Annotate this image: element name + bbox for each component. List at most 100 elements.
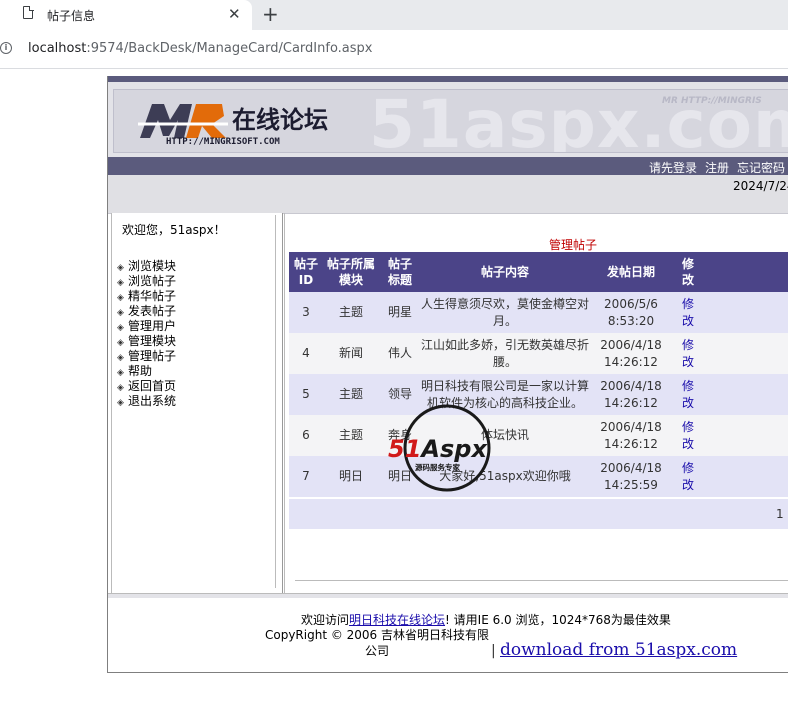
sidebar-item-label: 浏览帖子 — [128, 274, 177, 288]
sidebar-item-label: 管理帖子 — [128, 349, 177, 363]
sidebar-item-browse-posts[interactable]: ◈ 浏览帖子 — [117, 274, 176, 289]
edit-link[interactable]: 修改 — [673, 374, 703, 415]
edit-link[interactable]: 修改 — [673, 292, 703, 333]
tab-title: 帖子信息 — [47, 9, 96, 23]
sidebar-item-label: 发表帖子 — [128, 304, 177, 318]
column-header-extra — [703, 252, 788, 292]
table-row: 3 主题 明星 人生得意须尽欢，莫使金樽空对月。 2006/5/6 8:53:20… — [289, 292, 788, 333]
cell-module: 明日 — [323, 456, 379, 497]
page-icon — [23, 5, 34, 19]
sidebar-item-manage-modules[interactable]: ◈ 管理模块 — [117, 334, 176, 349]
cell-date: 2006/4/18 14:26:12 — [589, 415, 673, 456]
sidebar-item-label: 返回首页 — [128, 379, 177, 393]
date-bar: 2024/7/24 — [108, 175, 788, 214]
sidebar-item-label: 精华帖子 — [128, 289, 177, 303]
new-tab-icon[interactable]: + — [262, 2, 279, 26]
cell-id: 7 — [289, 456, 323, 497]
browser-tab[interactable]: 帖子信息 ✕ — [0, 0, 252, 30]
cell-date-time: 14:25:59 — [604, 477, 658, 492]
cell-content: 江山如此多娇，引无数英雄尽折腰。 — [421, 333, 589, 374]
sidebar-item-label: 管理模块 — [128, 334, 177, 348]
sidebar-item-help[interactable]: ◈ 帮助 — [117, 364, 176, 379]
nav-links: 请先登录 注册 忘记密码 — [649, 159, 788, 176]
sidebar-item-featured-posts[interactable]: ◈ 精华帖子 — [117, 289, 176, 304]
sidebar-item-logout[interactable]: ◈ 退出系统 — [117, 394, 176, 409]
column-header-content: 帖子内容 — [421, 252, 589, 292]
sidebar-item-manage-posts[interactable]: ◈ 管理帖子 — [117, 349, 176, 364]
info-icon[interactable]: i — [0, 42, 12, 54]
cell-date: 2006/5/6 8:53:20 — [589, 292, 673, 333]
cell-date-time: 8:53:20 — [607, 313, 655, 328]
sidebar-item-label: 帮助 — [128, 364, 153, 378]
cell-extra — [703, 374, 788, 415]
cell-extra — [703, 292, 788, 333]
sidebar-item-home[interactable]: ◈ 返回首页 — [117, 379, 176, 394]
cell-extra — [703, 333, 788, 374]
banner: 51aspx.com MR HTTP://MINGRIS 在线论坛 HTTP:/… — [108, 82, 788, 157]
sidebar-item-label: 浏览模块 — [128, 259, 177, 273]
cell-title: 伟人 — [379, 333, 421, 374]
seal-tagline: 源码服务专家 — [415, 462, 460, 472]
edit-link[interactable]: 修改 — [673, 456, 703, 497]
logo-text: 在线论坛 — [232, 106, 328, 134]
cell-extra — [703, 456, 788, 497]
table-row: 7 明日 明日 大家好,51aspx欢迎你哦 2006/4/18 14:25:59… — [289, 456, 788, 497]
sidebar-item-label: 管理用户 — [128, 319, 177, 333]
nav-login-link[interactable]: 请先登录 — [649, 161, 697, 175]
cell-date: 2006/4/18 14:25:59 — [589, 456, 673, 497]
cell-date: 2006/4/18 14:26:12 — [589, 333, 673, 374]
page-number[interactable]: 1 — [776, 507, 784, 521]
table-row: 4 新闻 伟人 江山如此多娇，引无数英雄尽折腰。 2006/4/18 14:26:… — [289, 333, 788, 374]
cell-id: 3 — [289, 292, 323, 333]
footer-welcome: 欢迎访问明日科技在线论坛! 请用IE 6.0 浏览，1024*768为最佳效果 — [301, 611, 671, 628]
cell-module: 主题 — [323, 374, 379, 415]
cell-date-day: 2006/4/18 — [600, 460, 662, 475]
table-header-row: 帖子 ID 帖子所属 模块 帖子 标题 帖子内容 发帖日期 修改 — [289, 252, 788, 292]
cell-title: 明星 — [379, 292, 421, 333]
url-text[interactable]: localhost:9574/BackDesk/ManageCard/CardI… — [28, 41, 373, 56]
footer-welcome-suffix: ! 请用IE 6.0 浏览，1024*768为最佳效果 — [445, 613, 671, 627]
sidebar-item-manage-users[interactable]: ◈ 管理用户 — [117, 319, 176, 334]
column-header-module: 帖子所属 模块 — [323, 252, 379, 292]
cell-date-day: 2006/4/18 — [600, 419, 662, 434]
posts-table: 帖子 ID 帖子所属 模块 帖子 标题 帖子内容 发帖日期 修改 3 主题 明星 人生… — [289, 252, 788, 497]
column-header-id: 帖子 ID — [289, 252, 323, 292]
cell-module: 新闻 — [323, 333, 379, 374]
sidebar-item-browse-modules[interactable]: ◈ 浏览模块 — [117, 259, 176, 274]
divider — [108, 593, 788, 598]
cell-date-time: 14:26:12 — [604, 395, 658, 410]
cell-date-time: 14:26:12 — [604, 436, 658, 451]
sidebar: 欢迎您，51aspx！ ◈ 浏览模块 ◈ 浏览帖子 ◈ 精华帖子 ◈ 发表帖子 ◈ 管理用… — [111, 213, 283, 593]
cell-date-day: 2006/4/18 — [600, 337, 662, 352]
column-header-date: 发帖日期 — [589, 252, 673, 292]
banner-inner: 51aspx.com MR HTTP://MINGRIS 在线论坛 HTTP:/… — [113, 89, 788, 153]
column-header-title: 帖子 标题 — [379, 252, 421, 292]
column-header-edit: 修改 — [673, 252, 703, 292]
pager-row: 1 — [289, 499, 788, 529]
browser-tab-bar: 帖子信息 ✕ + — [0, 0, 788, 30]
table-row: 6 主题 奔身 体坛快讯 2006/4/18 14:26:12 修改 — [289, 415, 788, 456]
cell-extra — [703, 415, 788, 456]
address-bar[interactable]: i localhost:9574/BackDesk/ManageCard/Car… — [0, 30, 788, 69]
nav-forgot-password-link[interactable]: 忘记密码 — [737, 161, 785, 175]
edit-link[interactable]: 修改 — [673, 415, 703, 456]
sidebar-item-new-post[interactable]: ◈ 发表帖子 — [117, 304, 176, 319]
diamond-bullet-icon: ◈ — [117, 398, 124, 408]
cell-date-time: 14:26:12 — [604, 354, 658, 369]
edit-link[interactable]: 修改 — [673, 333, 703, 374]
download-link[interactable]: download from 51aspx.com — [500, 640, 737, 660]
51aspx-seal-logo: 51Aspx 源码服务专家 — [388, 404, 491, 492]
cell-date: 2006/4/18 14:26:12 — [589, 374, 673, 415]
footer-copyright: CopyRight © 2006 吉林省明日科技有限公司 — [264, 628, 490, 658]
sidebar-menu: ◈ 浏览模块 ◈ 浏览帖子 ◈ 精华帖子 ◈ 发表帖子 ◈ 管理用户 ◈ 管理模块 ◈ 管理帖… — [117, 259, 176, 409]
sidebar-inner: 欢迎您，51aspx！ ◈ 浏览模块 ◈ 浏览帖子 ◈ 精华帖子 ◈ 发表帖子 ◈ 管理用… — [117, 215, 276, 588]
url-host: localhost — [28, 41, 87, 56]
close-icon[interactable]: ✕ — [228, 5, 241, 23]
current-date: 2024/7/24 — [733, 179, 788, 193]
footer-site-link[interactable]: 明日科技在线论坛 — [349, 613, 445, 627]
nav-register-link[interactable]: 注册 — [705, 161, 729, 175]
logo-url: HTTP://MINGRISOFT.COM — [166, 137, 280, 146]
top-nav: 请先登录 注册 忘记密码 — [108, 157, 788, 175]
url-path: :9574/BackDesk/ManageCard/CardInfo.aspx — [86, 41, 373, 56]
cell-date-day: 2006/5/6 — [604, 296, 658, 311]
